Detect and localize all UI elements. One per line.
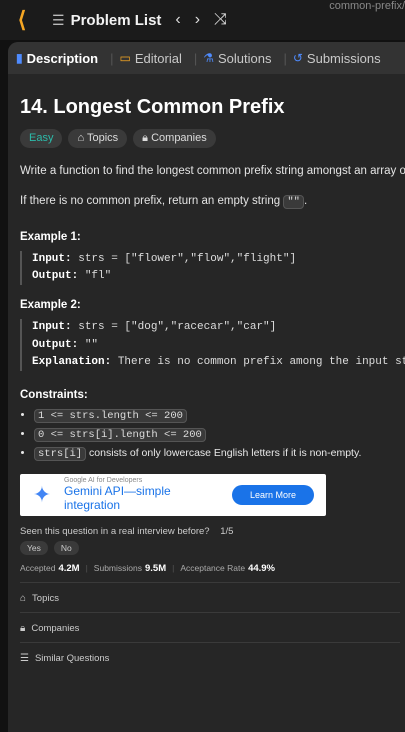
constraint-item: 1 <= strs.length <= 200: [34, 408, 405, 423]
description-line-2-text: If there is no common prefix, return an …: [20, 194, 284, 207]
tab-description-label: Description: [26, 50, 99, 66]
yes-button[interactable]: Yes: [20, 540, 48, 555]
example-2-input: strs = ["dog","racecar","car"]: [78, 321, 277, 334]
constraints-list: 1 <= strs.length <= 200 0 <= strs[i].len…: [20, 408, 405, 461]
lock-icon: 🔒︎: [142, 132, 152, 144]
accepted-label: Accepted: [20, 562, 56, 573]
submissions-value: 9.5M: [144, 562, 167, 574]
shuffle-icon[interactable]: ⤨: [214, 11, 227, 29]
tag-icon: ⌂: [20, 592, 27, 604]
example-1-block: Input: strs = ["flower","flow","flight"]…: [20, 251, 405, 286]
similar-questions-section[interactable]: ☰ Similar Questions: [20, 653, 405, 664]
ad-small-text: Google AI for Developers: [64, 477, 143, 485]
tab-solutions[interactable]: ⚗ Solutions: [203, 51, 271, 66]
tab-submissions-label: Submissions: [306, 50, 381, 66]
example-1-title: Example 1:: [20, 231, 81, 244]
example-2-explanation-label: Explanation:: [32, 355, 112, 368]
tab-bar: ▮ Description | ▭ Editorial | ⚗ Solution…: [8, 42, 405, 74]
description-panel: ▮ Description | ▭ Editorial | ⚗ Solution…: [8, 42, 405, 732]
learn-more-button[interactable]: Learn More: [231, 484, 314, 505]
example-2-title: Example 2:: [20, 299, 81, 312]
difficulty-badge: Easy: [20, 129, 63, 148]
tag-icon: ⌂: [77, 132, 87, 144]
constraint-code: strs[i]: [34, 446, 87, 461]
example-1-input-label: Input:: [32, 253, 72, 266]
problem-description: Write a function to find the longest com…: [20, 162, 405, 211]
acceptance-rate-label: Acceptance Rate: [180, 562, 246, 573]
example-2-block: Input: strs = ["dog","racecar","car"] Ou…: [20, 319, 405, 371]
ad-headline-1: Gemini API—simple: [64, 484, 171, 499]
description-line-1: Write a function to find the longest com…: [20, 165, 405, 177]
url-fragment: common-prefix/: [329, 0, 405, 12]
topics-section[interactable]: ⌂ Topics: [20, 593, 405, 604]
top-bar: ⟨ ☰ Problem List ‹ › ⤨ common-prefix/: [0, 0, 405, 40]
tab-solutions-label: Solutions: [217, 50, 272, 66]
ad-banner[interactable]: ✦ Google AI for Developers Gemini API—si…: [20, 473, 326, 516]
problem-title: 14. Longest Common Prefix: [20, 96, 285, 118]
example-2-output-label: Output:: [32, 338, 79, 351]
stats-divider: |: [172, 562, 175, 573]
interview-question-text: Seen this question in a real interview b…: [20, 525, 210, 537]
example-2-output: "": [84, 338, 99, 351]
list-icon[interactable]: ☰: [52, 12, 65, 29]
description-line-2-end: .: [303, 194, 308, 207]
companies-section-label: Companies: [31, 622, 80, 634]
stats-row: Accepted 4.2M | Submissions 9.5M | Accep…: [20, 563, 405, 574]
history-icon: ↺: [292, 51, 303, 65]
interview-count: 1/5: [220, 525, 234, 537]
list-icon: ☰: [20, 652, 29, 664]
constraint-item: strs[i] consists of only lowercase Engli…: [34, 446, 405, 461]
empty-string-code: "": [283, 194, 304, 209]
constraint-item: 0 <= strs[i].length <= 200: [34, 427, 405, 442]
companies-section[interactable]: 🔒︎ Companies: [20, 623, 405, 634]
companies-tag[interactable]: 🔒︎ Companies: [133, 129, 216, 148]
tab-divider: |: [110, 50, 114, 66]
companies-tag-label: Companies: [151, 132, 207, 144]
tab-editorial[interactable]: ▭ Editorial: [120, 51, 182, 66]
problem-content: 14. Longest Common Prefix Easy ⌂ Topics …: [8, 74, 405, 664]
constraint-code: 0 <= strs[i].length <= 200: [34, 427, 206, 442]
ad-headline-2: integration: [64, 498, 121, 513]
gemini-star-icon: ✦: [32, 481, 52, 507]
constraint-text: consists of only lowercase English lette…: [86, 446, 362, 459]
divider: [20, 581, 400, 583]
example-1-output: "fl": [84, 270, 112, 283]
description-line-2: If there is no common prefix, return an …: [20, 192, 405, 212]
tab-divider: |: [193, 50, 198, 66]
topics-tag[interactable]: ⌂ Topics: [68, 129, 128, 148]
tab-divider: |: [283, 50, 287, 66]
topics-section-label: Topics: [32, 592, 59, 604]
interview-answers: Yes No: [20, 540, 405, 555]
book-icon: ▭: [119, 51, 131, 65]
tab-description[interactable]: ▮ Description: [16, 51, 98, 66]
acceptance-rate-value: 44.9%: [248, 562, 275, 574]
problem-tags: Easy ⌂ Topics 🔒︎ Companies: [20, 129, 405, 148]
constraints-title: Constraints:: [20, 388, 88, 401]
accepted-value: 4.2M: [58, 562, 80, 574]
leetcode-logo-icon[interactable]: ⟨: [10, 7, 34, 32]
document-icon: ▮: [16, 51, 23, 65]
example-2-input-label: Input:: [32, 321, 72, 334]
tab-editorial-label: Editorial: [134, 50, 182, 66]
next-problem-icon[interactable]: ›: [195, 11, 200, 29]
divider: [20, 611, 400, 613]
problem-list-link[interactable]: Problem List: [71, 12, 162, 29]
interview-question: Seen this question in a real interview b…: [20, 526, 405, 537]
tab-submissions[interactable]: ↺ Submissions: [293, 51, 381, 66]
submissions-label: Submissions: [93, 562, 142, 573]
no-button[interactable]: No: [53, 540, 79, 555]
divider: [20, 641, 400, 643]
example-2-explanation: There is no common prefix among the inpu…: [117, 355, 405, 368]
topics-tag-label: Topics: [86, 132, 119, 144]
flask-icon: ⚗: [203, 51, 214, 65]
constraint-code: 1 <= strs.length <= 200: [34, 408, 187, 423]
prev-problem-icon[interactable]: ‹: [175, 11, 180, 29]
similar-questions-label: Similar Questions: [34, 652, 110, 664]
stats-divider: |: [85, 562, 88, 573]
lock-icon: 🔒︎: [20, 622, 26, 634]
example-1-output-label: Output:: [32, 270, 79, 283]
example-1-input: strs = ["flower","flow","flight"]: [78, 253, 297, 266]
ad-text: Google AI for Developers Gemini API—simp…: [64, 477, 171, 512]
